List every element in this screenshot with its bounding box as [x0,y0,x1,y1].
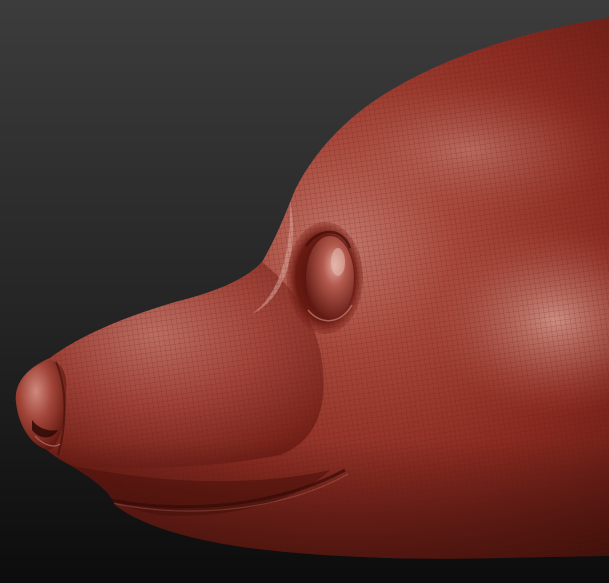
sculpt-render [0,0,609,583]
eye-highlight [331,248,345,276]
3d-viewport[interactable] [0,0,609,583]
eyeball [306,236,354,320]
